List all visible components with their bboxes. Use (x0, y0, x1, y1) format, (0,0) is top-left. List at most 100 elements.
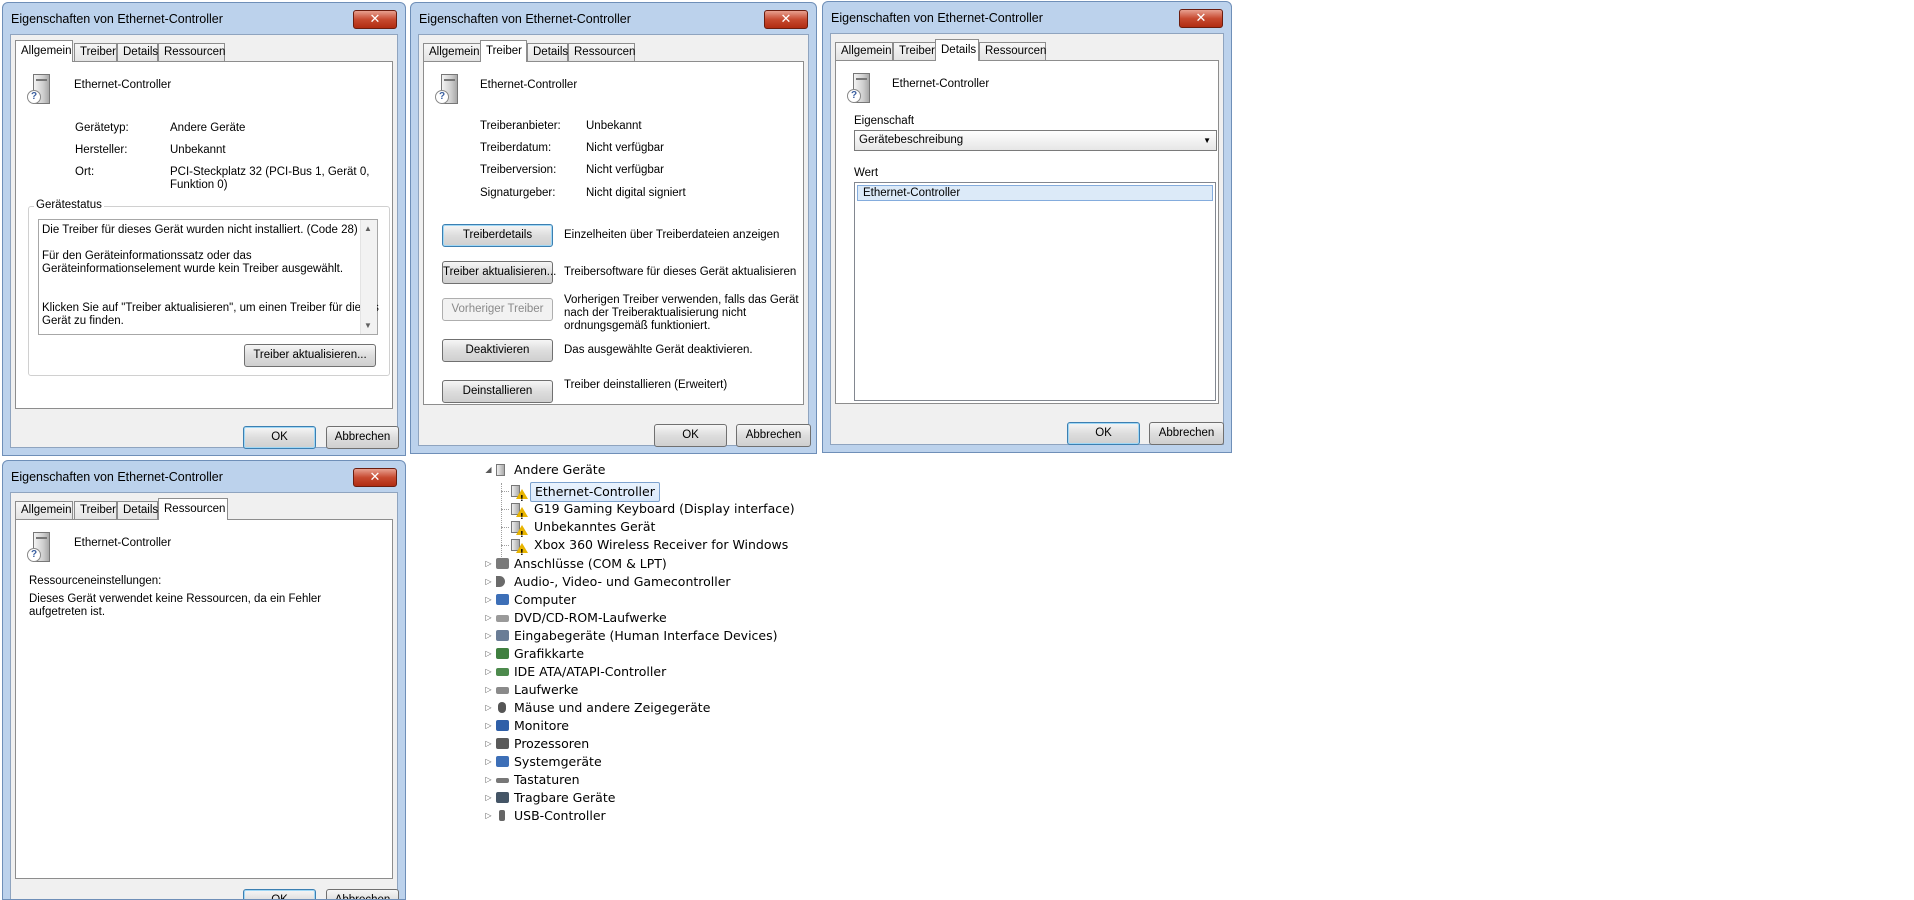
update-driver-button[interactable]: Treiber aktualisieren... (244, 344, 376, 367)
expand-icon[interactable]: ▷ (484, 627, 493, 645)
scroll-down-icon[interactable]: ▼ (364, 321, 372, 330)
tab-allgemein[interactable]: Allgemein (835, 42, 893, 60)
mouse-icon (495, 700, 511, 716)
window-title: Eigenschaften von Ethernet-Controller (831, 11, 1043, 25)
expand-icon[interactable]: ▷ (484, 663, 493, 681)
close-button[interactable]: ✕ (1179, 9, 1223, 28)
expand-icon[interactable]: ▷ (484, 609, 493, 627)
ok-button[interactable]: OK (1067, 422, 1140, 445)
tab-ressourcen[interactable]: Ressourcen (568, 43, 635, 61)
ok-button[interactable]: OK (243, 426, 316, 449)
tab-ressourcen[interactable]: Ressourcen (158, 43, 225, 61)
ok-button[interactable]: OK (243, 889, 316, 899)
disable-device-button[interactable]: Deaktivieren (442, 339, 553, 362)
cancel-button[interactable]: Abbrechen (736, 424, 811, 447)
device-icon: ? (27, 532, 56, 566)
tab-treiber[interactable]: Treiber (74, 501, 117, 519)
location-value: PCI-Steckplatz 32 (PCI-Bus 1, Gerät 0, (170, 166, 370, 178)
tab-details[interactable]: Details (935, 39, 979, 61)
expand-icon[interactable]: ▷ (484, 807, 493, 825)
chevron-down-icon: ▼ (1203, 136, 1211, 145)
system-devices-icon (495, 754, 511, 770)
cancel-button[interactable]: Abbrechen (326, 426, 399, 449)
tab-ressourcen[interactable]: Ressourcen (158, 498, 228, 520)
ide-controller-icon (495, 664, 511, 680)
uninstall-driver-desc: Treiber deinstallieren (Erweitert) (564, 379, 728, 391)
tab-panel-details: ? Ethernet-Controller Eigenschaft Geräte… (835, 60, 1219, 404)
tab-details[interactable]: Details (527, 43, 568, 61)
cancel-button[interactable]: Abbrechen (326, 889, 399, 899)
graphics-card-icon (495, 646, 511, 662)
ok-button[interactable]: OK (654, 424, 727, 447)
portable-device-icon (495, 790, 511, 806)
device-icon: ? (435, 74, 464, 108)
property-selected: Gerätebeschreibung (859, 134, 964, 146)
expand-icon[interactable]: ▷ (484, 591, 493, 609)
title-bar[interactable]: Eigenschaften von Ethernet-Controller ✕ (3, 3, 405, 33)
update-driver-button[interactable]: Treiber aktualisieren... (442, 261, 556, 284)
expand-icon[interactable]: ▷ (484, 771, 493, 789)
expand-icon[interactable]: ▷ (484, 789, 493, 807)
dialog-client: Allgemein Treiber Details Ressourcen ? E… (418, 34, 811, 447)
expand-icon[interactable]: ▷ (484, 735, 493, 753)
property-dropdown[interactable]: Gerätebeschreibung ▼ (854, 130, 1217, 151)
expand-icon[interactable]: ▷ (484, 681, 493, 699)
location-label: Ort: (75, 166, 95, 178)
expand-icon[interactable]: ▷ (484, 573, 493, 591)
value-listbox[interactable]: Ethernet-Controller (854, 182, 1216, 401)
tab-panel-allgemein: ? Ethernet-Controller Gerätetyp: Andere … (15, 61, 393, 409)
close-icon: ✕ (369, 11, 381, 26)
driver-details-button[interactable]: Treiberdetails (442, 224, 553, 247)
warning-device-icon: ! (510, 519, 528, 539)
device-icon: ? (847, 73, 876, 107)
uninstall-driver-button[interactable]: Deinstallieren (442, 380, 553, 403)
tab-treiber[interactable]: Treiber (480, 40, 527, 62)
status-scrollbar[interactable]: ▲ ▼ (360, 220, 377, 334)
close-button[interactable]: ✕ (353, 468, 397, 487)
tab-allgemein[interactable]: Allgemein (423, 43, 481, 61)
tab-panel-ressourcen: ? Ethernet-Controller Ressourceneinstell… (15, 519, 393, 879)
title-bar[interactable]: Eigenschaften von Ethernet-Controller ✕ (3, 461, 405, 491)
cancel-button[interactable]: Abbrechen (1149, 422, 1224, 445)
expand-icon[interactable]: ▷ (484, 753, 493, 771)
device-name: Ethernet-Controller (74, 537, 172, 549)
device-status-text[interactable]: Die Treiber für dieses Gerät wurden nich… (38, 219, 379, 335)
title-bar[interactable]: Eigenschaften von Ethernet-Controller ✕ (411, 3, 816, 33)
close-button[interactable]: ✕ (764, 10, 808, 29)
tab-allgemein[interactable]: Allgemein (15, 40, 73, 62)
collapse-icon[interactable]: ◢ (484, 461, 493, 479)
tab-treiber[interactable]: Treiber (74, 43, 117, 61)
driver-date-label: Treiberdatum: (480, 142, 552, 154)
processor-icon (495, 736, 511, 752)
driver-version-value: Nicht verfügbar (586, 164, 664, 176)
rollback-driver-button[interactable]: Vorheriger Treiber (442, 298, 553, 321)
update-driver-desc: Treibersoftware für dieses Gerät aktuali… (564, 266, 797, 278)
signer-value: Nicht digital signiert (586, 187, 686, 199)
scroll-up-icon[interactable]: ▲ (364, 224, 372, 233)
dialog-client: Allgemein Treiber Details Ressourcen ? E… (10, 492, 399, 899)
value-item[interactable]: Ethernet-Controller (857, 185, 1213, 201)
hid-icon (495, 628, 511, 644)
expand-icon[interactable]: ▷ (484, 717, 493, 735)
disk-drive-icon (495, 682, 511, 698)
tab-details[interactable]: Details (117, 43, 158, 61)
expand-icon[interactable]: ▷ (484, 555, 493, 573)
window-title: Eigenschaften von Ethernet-Controller (11, 12, 223, 26)
property-label: Eigenschaft (854, 115, 915, 127)
title-bar[interactable]: Eigenschaften von Ethernet-Controller ✕ (823, 2, 1231, 32)
monitor-icon (495, 718, 511, 734)
signer-label: Signaturgeber: (480, 187, 556, 199)
device-name: Ethernet-Controller (480, 79, 578, 91)
tab-treiber[interactable]: Treiber (893, 42, 936, 60)
tab-ressourcen[interactable]: Ressourcen (979, 42, 1046, 60)
device-type-label: Gerätetyp: (75, 122, 129, 134)
dvd-drive-icon (495, 610, 511, 626)
tab-allgemein[interactable]: Allgemein (15, 501, 73, 519)
tab-details[interactable]: Details (117, 501, 158, 519)
expand-icon[interactable]: ▷ (484, 645, 493, 663)
device-status-label: Gerätestatus (34, 199, 104, 211)
close-icon: ✕ (369, 469, 381, 484)
close-button[interactable]: ✕ (353, 10, 397, 29)
expand-icon[interactable]: ▷ (484, 699, 493, 717)
window-title: Eigenschaften von Ethernet-Controller (11, 470, 223, 484)
